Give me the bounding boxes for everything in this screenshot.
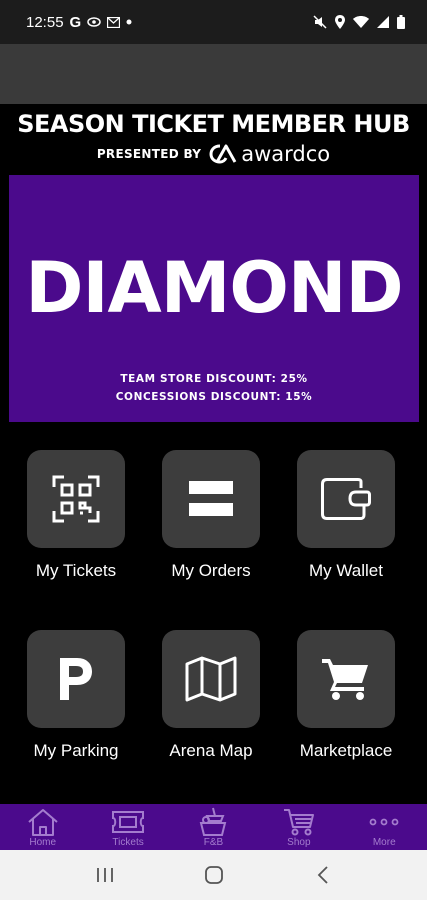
nav-more-label: More — [372, 837, 396, 848]
mail-icon — [107, 16, 121, 28]
benefit-team-store: TEAM STORE DISCOUNT: 25% — [120, 373, 308, 385]
nav-more[interactable]: More — [344, 806, 424, 848]
marketplace-label: Marketplace — [299, 741, 393, 760]
signal-icon — [377, 16, 389, 28]
google-icon: G — [69, 13, 82, 31]
hub-title: SEASON TICKET MEMBER HUB — [17, 110, 410, 138]
system-nav-bar — [0, 850, 427, 900]
benefit-concessions: CONCESSIONS DISCOUNT: 15% — [115, 391, 313, 403]
parking-icon — [60, 658, 92, 700]
food-icon — [200, 807, 227, 836]
eye-icon — [87, 17, 101, 27]
my-tickets-label: My Tickets — [35, 561, 117, 580]
tier-name: DIAMOND — [25, 247, 403, 329]
marketplace-button[interactable]: Marketplace — [281, 630, 411, 780]
app-header — [0, 44, 427, 104]
arena-map-label: Arena Map — [169, 741, 253, 760]
orders-icon — [189, 481, 233, 516]
bottom-nav: Home Tickets F&B Shop More — [0, 804, 427, 850]
ticket-icon — [112, 810, 145, 833]
map-icon — [185, 656, 237, 702]
home-circle-icon — [204, 866, 223, 884]
membership-tier-card: DIAMOND TEAM STORE DISCOUNT: 25% CONCESS… — [9, 175, 419, 422]
back-button[interactable] — [298, 855, 348, 895]
my-tickets-icon-box[interactable] — [27, 450, 125, 548]
sponsor-name: awardco — [241, 142, 331, 166]
my-parking-button[interactable]: My Parking — [11, 630, 141, 780]
battery-icon — [397, 15, 405, 29]
back-chevron-icon — [317, 866, 328, 884]
qr-code-icon — [52, 475, 100, 523]
nav-home[interactable]: Home — [3, 806, 83, 848]
my-wallet-label: My Wallet — [309, 561, 383, 580]
home-icon — [28, 808, 58, 836]
presented-by-row: PRESENTED BY awardco — [0, 142, 427, 166]
nav-shop-label: Shop — [287, 837, 311, 848]
nav-shop[interactable]: Shop — [259, 806, 339, 848]
dot-icon — [126, 19, 132, 25]
nav-home-label: Home — [29, 837, 57, 848]
nav-tickets[interactable]: Tickets — [88, 806, 168, 848]
shop-cart-icon — [283, 808, 314, 835]
my-wallet-button[interactable]: My Wallet — [281, 450, 411, 600]
more-icon — [369, 818, 399, 825]
status-bar: 12:55 G — [0, 0, 427, 44]
marketplace-icon-box[interactable] — [297, 630, 395, 728]
status-left: 12:55 G — [26, 14, 132, 31]
status-time: 12:55 — [26, 13, 64, 31]
my-parking-icon-box[interactable] — [27, 630, 125, 728]
presented-by-label: PRESENTED BY — [96, 147, 202, 161]
awardco-logo-icon — [209, 144, 237, 164]
recents-icon — [96, 868, 113, 882]
arena-map-icon-box[interactable] — [162, 630, 260, 728]
location-icon — [335, 15, 345, 29]
arena-map-button[interactable]: Arena Map — [146, 630, 276, 780]
my-orders-label: My Orders — [171, 561, 251, 580]
cart-icon — [322, 659, 368, 700]
wifi-icon — [353, 16, 369, 28]
my-orders-button[interactable]: My Orders — [146, 450, 276, 600]
my-orders-icon-box[interactable] — [162, 450, 260, 548]
mute-icon — [313, 15, 327, 29]
my-tickets-button[interactable]: My Tickets — [11, 450, 141, 600]
nav-tickets-label: Tickets — [112, 837, 144, 848]
my-wallet-icon-box[interactable] — [297, 450, 395, 548]
nav-fnb-label: F&B — [203, 837, 224, 848]
status-right — [313, 15, 405, 29]
my-parking-label: My Parking — [33, 741, 119, 760]
home-button[interactable] — [189, 855, 239, 895]
nav-fnb[interactable]: F&B — [173, 806, 253, 848]
wallet-icon — [321, 478, 371, 520]
recents-button[interactable] — [80, 855, 130, 895]
sponsor-logo: awardco — [209, 142, 330, 166]
